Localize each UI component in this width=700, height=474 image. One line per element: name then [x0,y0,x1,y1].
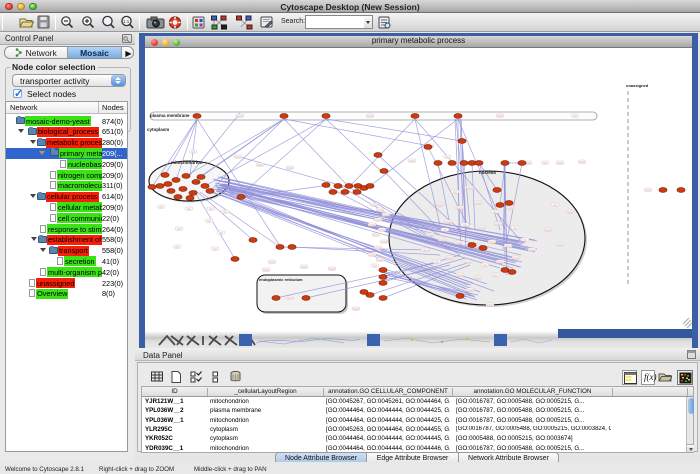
svg-text:mitochondrion: mitochondrion [171,160,203,165]
svg-text:nucleus: nucleus [479,170,497,175]
svg-text:endoplasmic reticulum: endoplasmic reticulum [259,277,303,282]
svg-text:1:1: 1:1 [123,19,130,24]
svg-text:unassigned: unassigned [626,83,649,88]
svg-text:plasma membrane: plasma membrane [150,113,190,118]
svg-text:cytoplasm: cytoplasm [147,127,169,132]
